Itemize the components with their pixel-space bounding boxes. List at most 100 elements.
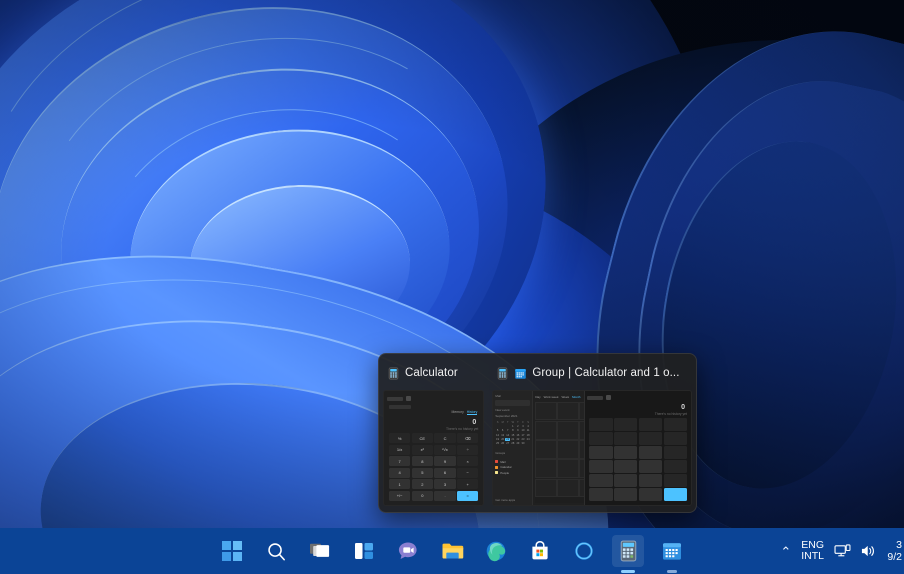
system-tray: ⌃ ENG INTL 3 9/2	[780, 528, 904, 574]
thumb-calc-key: +	[457, 479, 479, 490]
taskbar-center-group	[0, 528, 904, 574]
calculator-icon	[498, 367, 508, 379]
taskbar: ⌃ ENG INTL 3 9/2	[0, 528, 904, 574]
chevron-up-icon[interactable]: ⌃	[780, 545, 791, 558]
thumb-calc-key: 4	[389, 467, 411, 478]
calculator-icon	[620, 540, 636, 561]
thumb-cal-wd: T	[506, 421, 509, 424]
start-button[interactable]	[216, 535, 248, 567]
thumb-calc-tab-memory: Memory	[451, 410, 464, 414]
thumb-group-calc-keypad	[587, 416, 689, 503]
thumb-calc-key: 3	[434, 479, 456, 490]
thumb-cal-app-label: Mail	[495, 394, 501, 398]
thumb-cal-day: 26	[501, 441, 505, 445]
windows-logo-icon	[222, 541, 242, 561]
thumb-cal-day: 14	[506, 433, 510, 437]
thumb-cal-category: People	[495, 471, 530, 475]
thumb-calc-key: ²√x	[434, 444, 456, 455]
thumb-calc-key: 6	[434, 467, 456, 478]
thumbnail-preview-item-group[interactable]: Group | Calculator and 1 o... Mail New e…	[488, 354, 696, 512]
thumb-cal-day: 10	[521, 429, 525, 433]
thumb-cal-day: 25	[496, 441, 500, 445]
language-line-2: INTL	[801, 550, 824, 562]
widgets-icon	[355, 543, 373, 559]
thumb-cal-groups-label: Groups	[495, 450, 506, 455]
tray-quick-settings[interactable]	[834, 544, 876, 558]
calendar-running-indicator	[667, 570, 677, 573]
task-view-icon	[310, 543, 330, 557]
thumb-calc-tabs: Memory History	[387, 410, 480, 417]
cortana-icon	[575, 542, 593, 560]
cortana-button[interactable]	[568, 535, 600, 567]
category-color-swatch	[495, 465, 499, 469]
file-explorer-icon	[442, 543, 463, 559]
thumb-calc-key: 8	[411, 456, 433, 467]
search-button[interactable]	[260, 535, 292, 567]
thumb-cal-day: 6	[501, 429, 504, 433]
calculator-active-indicator	[621, 570, 635, 573]
calendar-button[interactable]	[656, 535, 688, 573]
thumb-calc-key: 5	[411, 467, 433, 478]
thumb-calc-key: ⌫	[457, 433, 479, 444]
thumb-cal-wd: M	[501, 421, 504, 424]
thumbnail-image-calculator[interactable]: Memory History 0 There's no history yet …	[383, 390, 485, 506]
category-name: Calendar	[500, 465, 512, 470]
thumb-calc-key: ÷	[457, 444, 479, 455]
thumb-cal-view-tab: Week	[561, 394, 570, 399]
widgets-button[interactable]	[348, 535, 380, 567]
category-name: Mail	[500, 459, 506, 464]
thumb-cal-day: 15	[511, 433, 515, 437]
thumb-cal-mini-month: S M T W T F S 1 2 3 4 5 6 7 8 9 10 11 12…	[495, 421, 530, 446]
chat-button[interactable]	[392, 535, 424, 567]
thumb-calc-key: 1	[389, 479, 411, 490]
clock-time: 3	[896, 539, 902, 551]
thumb-cal-day: 18	[526, 433, 530, 437]
edge-button[interactable]	[480, 535, 512, 567]
thumb-cal-day: 16	[516, 433, 520, 437]
thumb-cal-wd: S	[496, 421, 499, 424]
thumb-cal-category: Mail	[495, 460, 530, 464]
calendar-icon	[515, 368, 527, 379]
calculator-icon	[388, 367, 399, 379]
thumb-cal-day: 28	[511, 441, 515, 445]
thumb-cal-day: 19	[496, 437, 500, 441]
thumb-cal-month-label: September 2021	[495, 414, 518, 418]
edge-icon	[486, 541, 506, 562]
thumb-cal-day: 13	[501, 433, 505, 437]
thumb-cal-day: 12	[496, 433, 500, 437]
thumbnail-title-calculator: Calculator	[405, 367, 458, 379]
thumbnail-image-group[interactable]: Mail New event September 2021 S M T W T …	[492, 390, 692, 506]
thumb-calc-key: 7	[389, 456, 411, 467]
thumb-cal-day: 24	[526, 437, 530, 441]
thumb-calc-key: 2	[411, 479, 433, 490]
thumbnail-preview-item-calculator[interactable]: Calculator Memory History 0 There's no h	[379, 354, 488, 512]
thumb-calc-tab-history: History	[466, 410, 478, 415]
thumb-cal-day: 8	[512, 429, 514, 433]
thumb-calc-key: CE	[411, 433, 433, 444]
thumb-calc-key: C	[434, 433, 456, 444]
thumb-calc-key: x²	[411, 444, 433, 455]
thumb-cal-day: 17	[521, 433, 525, 437]
thumb-calc-key: −	[457, 467, 479, 478]
thumb-cal-category-list: Mail Calendar People	[495, 460, 530, 475]
thumb-calc-key: 9	[434, 456, 456, 467]
category-color-swatch	[495, 460, 499, 464]
thumb-cal-day: 27	[506, 441, 510, 445]
category-name: People	[500, 470, 510, 475]
thumbnail-header-calculator: Calculator	[383, 360, 484, 386]
calculator-button[interactable]	[612, 535, 644, 573]
file-explorer-button[interactable]	[436, 535, 468, 567]
desktop-screen: Calculator Memory History 0 There's no h	[0, 0, 904, 574]
task-view-button[interactable]	[304, 535, 336, 567]
network-icon	[834, 544, 851, 557]
store-button[interactable]	[524, 535, 556, 567]
thumb-calc-modebar	[387, 403, 480, 410]
clock-date-widget[interactable]: 3 9/2	[886, 539, 902, 563]
thumb-cal-category: Calendar	[495, 465, 530, 469]
thumb-cal-day: 30	[521, 441, 525, 445]
thumb-cal-day: 5	[496, 429, 499, 433]
thumb-cal-day: 9	[517, 429, 519, 433]
language-indicator[interactable]: ENG INTL	[801, 539, 824, 563]
thumbnail-header-group: Group | Calculator and 1 o...	[492, 360, 692, 386]
thumb-cal-new-event-label: New event	[495, 408, 510, 412]
